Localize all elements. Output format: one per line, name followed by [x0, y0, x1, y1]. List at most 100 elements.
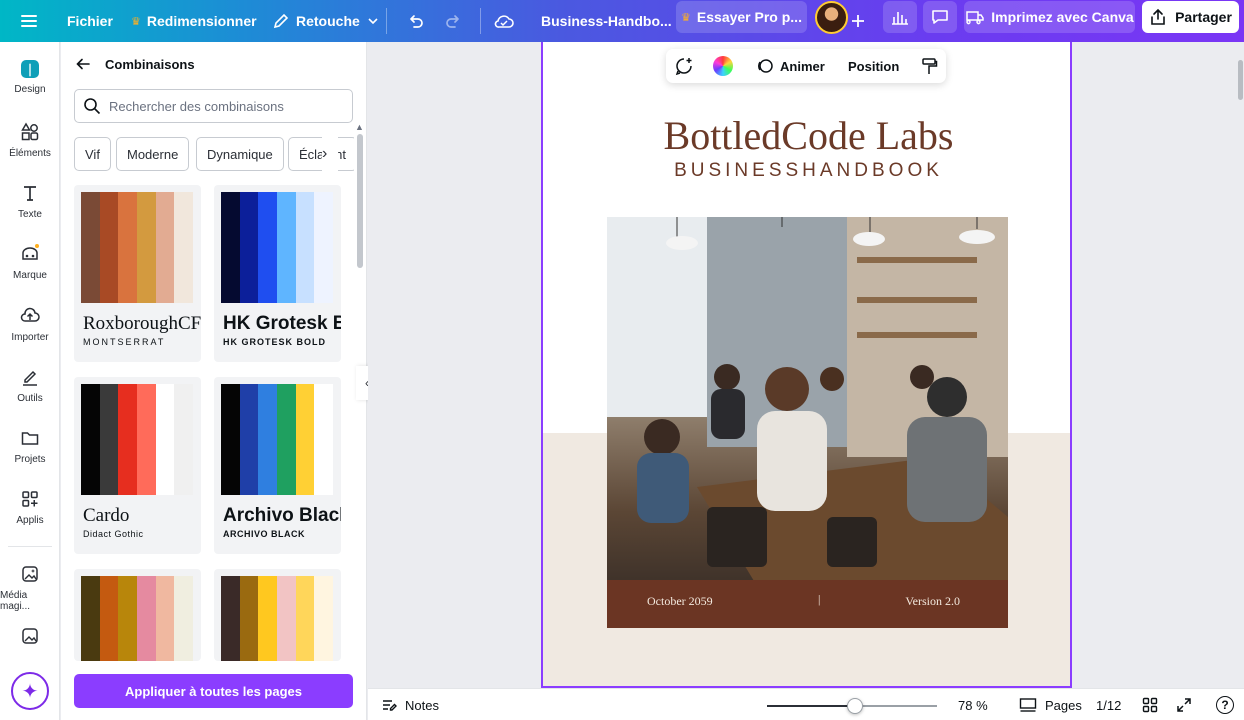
magic-assistant-button[interactable]: ✦	[11, 672, 49, 710]
color-swatch	[258, 384, 278, 495]
combo-card[interactable]	[74, 569, 201, 661]
pages-button[interactable]: Pages	[1019, 689, 1082, 720]
fullscreen-button[interactable]	[1176, 689, 1192, 720]
back-arrow-icon[interactable]	[75, 56, 91, 72]
palette-swatches	[221, 576, 334, 661]
photo-illustration	[607, 217, 1008, 586]
design-page[interactable]: BottledCode Labs BUSINESSHANDBOOK Octobe…	[541, 42, 1072, 688]
color-swatch	[277, 576, 296, 661]
chevron-down-icon	[368, 18, 378, 25]
grid-view-button[interactable]	[1142, 689, 1158, 720]
copy-style-button[interactable]	[920, 49, 938, 83]
share-icon	[1151, 8, 1165, 25]
color-swatch	[81, 576, 100, 661]
print-button[interactable]: Imprimez avec Canva	[964, 1, 1135, 33]
chip-eclatant[interactable]: Éclatant	[288, 137, 354, 171]
text-icon	[24, 186, 36, 201]
color-swatch	[295, 192, 315, 303]
combo-card[interactable]: HK Grotesk Bold HK GROTESK BOLD	[214, 185, 341, 362]
footer-version[interactable]: Version 2.0	[905, 594, 960, 609]
color-swatch	[258, 192, 278, 303]
zoom-level[interactable]: 78 %	[958, 689, 988, 720]
color-swatch	[221, 192, 240, 303]
combo-card[interactable]	[214, 569, 341, 661]
rail-item-apps[interactable]: Applis	[0, 489, 60, 539]
chip-vif[interactable]: Vif	[74, 137, 111, 171]
color-swatch	[174, 192, 194, 303]
color-swatch	[137, 192, 156, 303]
redo-button[interactable]	[444, 0, 464, 42]
palette-swatches	[81, 384, 194, 495]
footer-divider: |	[818, 592, 821, 606]
search-icon	[84, 98, 101, 115]
photo-footer-bar[interactable]: October 2059 | Version 2.0	[607, 580, 1008, 628]
floating-toolbar: Animer Position	[666, 49, 946, 83]
menu-button[interactable]	[20, 0, 38, 42]
resize-button[interactable]: ♛ Redimensionner	[131, 0, 257, 42]
scroll-up-arrow-icon[interactable]: ▲	[355, 122, 364, 132]
rail-item-text[interactable]: Texte	[0, 183, 60, 233]
help-button[interactable]: ?	[1216, 689, 1234, 720]
combo-card[interactable]: Archivo Black ARCHIVO BLACK	[214, 377, 341, 554]
font-main: RoxboroughCF	[83, 313, 201, 334]
brand-subtitle[interactable]: BUSINESSHANDBOOK	[543, 160, 1070, 182]
position-button[interactable]: Position	[848, 49, 899, 83]
divider	[480, 8, 481, 34]
animate-button[interactable]: Animer	[756, 49, 825, 83]
color-swatch	[295, 576, 315, 661]
elements-icon	[21, 122, 39, 141]
office-meeting-photo[interactable]	[607, 217, 1008, 586]
pages-icon	[1019, 698, 1037, 712]
share-button[interactable]: Partager	[1142, 1, 1239, 33]
magic-media-icon	[22, 566, 38, 582]
apply-all-pages-button[interactable]: Appliquer à toutes les pages	[74, 674, 353, 708]
color-wheel-icon	[713, 56, 733, 76]
divider	[386, 8, 387, 34]
retouch-menu[interactable]: Retouche	[272, 0, 380, 42]
rail-item-design[interactable]: Design	[0, 60, 60, 110]
page-counter[interactable]: 1/12	[1096, 689, 1121, 720]
search-box[interactable]	[74, 89, 353, 123]
brand-title[interactable]: BottledCode Labs	[543, 112, 1070, 159]
rail-item-tools[interactable]: Outils	[0, 367, 60, 417]
font-main: Cardo	[83, 505, 130, 526]
document-title[interactable]: Business-Handbo...	[541, 0, 672, 42]
rail-item-brand[interactable]: Marque	[0, 244, 60, 294]
canvas-area[interactable]: BottledCode Labs BUSINESSHANDBOOK Octobe…	[368, 42, 1244, 688]
color-button[interactable]	[713, 49, 733, 83]
truck-icon	[966, 11, 985, 25]
combo-card[interactable]: RoxboroughCF MONTSERRAT	[74, 185, 201, 362]
rail-item-upload[interactable]: Importer	[0, 306, 60, 356]
footer-date[interactable]: October 2059	[647, 594, 713, 609]
try-pro-button[interactable]: ♛ Essayer Pro p...	[676, 1, 807, 33]
canvas-scrollbar[interactable]	[1238, 60, 1243, 100]
avatar[interactable]	[815, 1, 848, 34]
notes-button[interactable]: Notes	[381, 689, 439, 720]
file-menu[interactable]: Fichier	[67, 0, 113, 42]
insights-button[interactable]	[883, 1, 917, 33]
color-swatch	[137, 576, 156, 661]
undo-button[interactable]	[405, 0, 425, 42]
design-icon	[21, 60, 39, 78]
rail-item-projects[interactable]: Projets	[0, 428, 60, 478]
add-comment-button[interactable]	[674, 49, 694, 83]
combo-card[interactable]: Cardo Didact Gothic	[74, 377, 201, 554]
chip-scroll-right-icon[interactable]: ›	[322, 137, 338, 171]
cloud-icon	[494, 15, 514, 28]
chip-dynamique[interactable]: Dynamique	[196, 137, 284, 171]
palette-swatches	[221, 192, 334, 303]
chip-moderne[interactable]: Moderne	[116, 137, 190, 171]
crown-icon: ♛	[681, 11, 691, 24]
search-input[interactable]	[109, 98, 349, 114]
cloud-save-button[interactable]	[493, 0, 515, 42]
add-collaborator-button[interactable]	[851, 0, 865, 42]
color-swatch	[99, 576, 119, 661]
rail-item-magic-media[interactable]: Média magi...	[0, 564, 60, 614]
color-swatch	[239, 384, 259, 495]
draw-icon	[23, 370, 37, 386]
comments-button[interactable]	[923, 1, 957, 33]
panel-scrollbar[interactable]	[357, 134, 363, 268]
zoom-slider-handle[interactable]	[847, 698, 864, 714]
rail-item-photos[interactable]	[0, 626, 60, 650]
rail-item-elements[interactable]: Éléments	[0, 122, 60, 172]
